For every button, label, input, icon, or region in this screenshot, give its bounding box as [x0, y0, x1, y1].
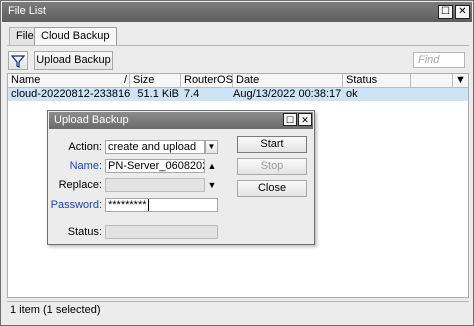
column-name[interactable]: Name / [8, 74, 130, 88]
dialog-close-button[interactable]: ✕ [298, 113, 312, 126]
name-label: Name: [69, 160, 102, 172]
column-filler [411, 74, 453, 88]
filter-icon [10, 55, 26, 68]
replace-field[interactable] [105, 178, 205, 192]
maximize-icon: ☐ [285, 115, 295, 125]
name-field[interactable]: PN-Server_06082023 [105, 159, 205, 173]
action-select[interactable]: create and upload [105, 140, 205, 154]
dialog-titlebar[interactable]: Upload Backup ☐ ✕ [49, 112, 313, 129]
close-icon: ✕ [458, 6, 467, 17]
tab-divider [7, 45, 469, 46]
replace-label: Replace: [58, 179, 102, 191]
table-row[interactable]: cloud-20220812-233816 51.1 KiB 7.4 Aug/1… [8, 88, 468, 101]
expand-arrow-icon[interactable]: ▼ [206, 178, 218, 192]
status-label: Status: [67, 226, 102, 238]
close-window-button[interactable]: ✕ [455, 5, 470, 19]
cell-name: cloud-20220812-233816 [11, 88, 131, 100]
cell-routeros: 7.4 [184, 88, 200, 100]
status-bar: 1 item (1 selected) [7, 301, 469, 319]
chevron-down-icon: ▼ [455, 74, 466, 86]
stop-button[interactable]: Stop [237, 158, 307, 175]
maximize-icon: ☐ [441, 6, 450, 17]
password-label: Password: [50, 199, 102, 211]
column-menu-button[interactable]: ▼ [453, 74, 468, 88]
find-input[interactable]: Find [413, 52, 465, 68]
file-list-window: File List ☐ ✕ File Cloud Backup Upload B… [0, 0, 474, 326]
column-status[interactable]: Status [343, 74, 411, 88]
password-field[interactable]: ********* [105, 198, 218, 212]
cell-size: 51.1 KiB [137, 88, 179, 100]
column-size[interactable]: Size [130, 74, 181, 88]
close-icon: ✕ [301, 115, 309, 125]
window-titlebar[interactable]: File List ☐ ✕ [2, 2, 472, 22]
tab-cloud-backup[interactable]: Cloud Backup [34, 27, 117, 45]
text-cursor [147, 199, 149, 211]
sort-icon: / [123, 74, 127, 86]
maximize-button[interactable]: ☐ [438, 5, 453, 19]
column-date[interactable]: Date [233, 74, 343, 88]
dialog-title: Upload Backup [54, 114, 129, 126]
column-routeros[interactable]: RouterOS... [181, 74, 242, 88]
chevron-down-icon: ▼ [207, 142, 216, 151]
upload-backup-dialog: Upload Backup ☐ ✕ Action: create and upl… [47, 110, 315, 245]
cell-status: ok [346, 88, 358, 100]
start-button[interactable]: Start [237, 136, 307, 153]
upload-backup-button[interactable]: Upload Backup [34, 51, 113, 70]
cell-date: Aug/13/2022 00:38:17 [233, 88, 342, 100]
action-dropdown-button[interactable]: ▼ [205, 140, 218, 154]
action-label: Action: [68, 141, 102, 153]
collapse-arrow-icon[interactable]: ▲ [206, 159, 218, 173]
dialog-maximize-button[interactable]: ☐ [283, 113, 297, 126]
status-field [105, 225, 218, 239]
window-title: File List [8, 5, 46, 17]
close-button[interactable]: Close [237, 180, 307, 197]
filter-button[interactable] [8, 51, 28, 70]
